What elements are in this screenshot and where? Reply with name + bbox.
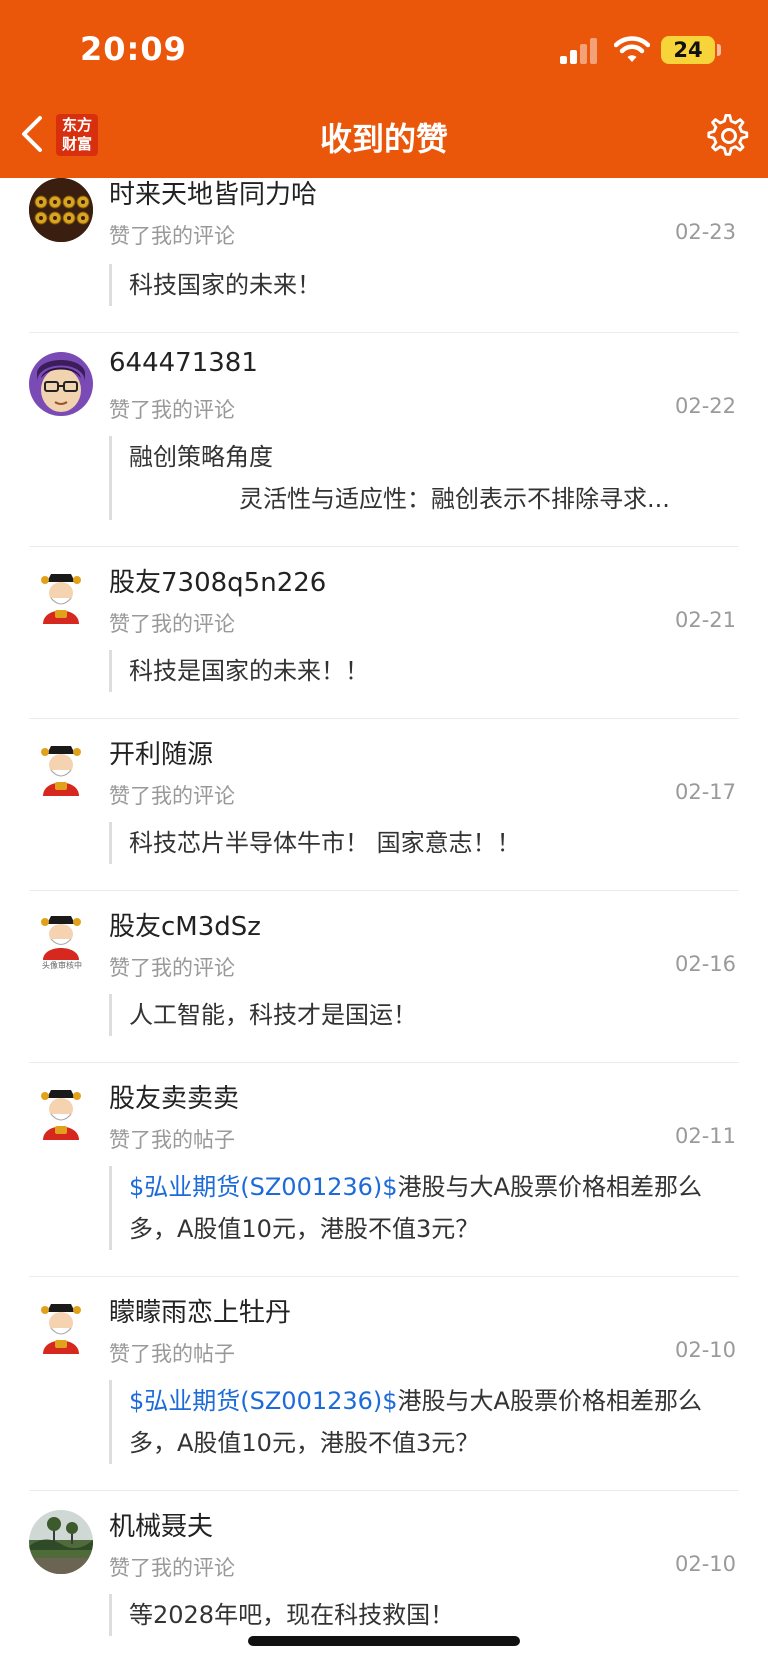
page-title: 收到的赞	[319, 120, 448, 158]
quoted-content[interactable]: $弘业期货(SZ001236)$港股与大A股票价格相差那么多，A股值10元，港股…	[109, 1380, 740, 1464]
list-item[interactable]: 644471381 赞了我的评论 02-22 融创策略角度 灵活性与适应性：融创…	[0, 340, 768, 547]
date: 02-10	[674, 1552, 736, 1576]
divider	[29, 1062, 739, 1063]
quoted-content[interactable]: 科技芯片半导体牛市！ 国家意志！！	[109, 822, 740, 864]
avatar[interactable]	[29, 1296, 93, 1360]
gear-icon[interactable]	[707, 114, 751, 158]
avatar[interactable]	[29, 352, 93, 416]
quoted-content[interactable]: 科技国家的未来！	[109, 264, 740, 306]
avatar[interactable]	[29, 178, 93, 242]
date: 02-11	[674, 1124, 736, 1148]
action-text: 赞了我的帖子	[109, 1128, 235, 1152]
user-name[interactable]: 644471381	[109, 348, 258, 378]
list-item[interactable]: 时来天地皆同力哈 赞了我的评论 02-23 科技国家的未来！	[0, 168, 768, 333]
avatar[interactable]	[29, 1082, 93, 1146]
fortune-god-avatar-image	[29, 1082, 93, 1146]
quoted-content[interactable]: $弘业期货(SZ001236)$港股与大A股票价格相差那么多，A股值10元，港股…	[109, 1166, 740, 1250]
user-name[interactable]: 股友7308q5n226	[109, 562, 326, 599]
user-name[interactable]: 股友卖卖卖	[109, 1078, 239, 1115]
date: 02-16	[674, 952, 736, 976]
action-text: 赞了我的评论	[109, 398, 235, 422]
stock-tag-link[interactable]: $弘业期货(SZ001236)$	[129, 1387, 398, 1415]
fortune-god-avatar-image	[29, 566, 93, 630]
top-bar: 20:09 24 东方 财富 收到的赞	[0, 0, 768, 178]
content-text: 融创策略角度	[129, 443, 273, 471]
status-time: 20:09	[80, 30, 187, 68]
user-name[interactable]: 股友cM3dSz	[109, 906, 261, 943]
quoted-content[interactable]: 融创策略角度 灵活性与适应性：融创表示不排除寻求...	[109, 436, 740, 520]
landscape-avatar-image	[29, 1510, 93, 1574]
user-name[interactable]: 时来天地皆同力哈	[109, 174, 317, 211]
fortune-god-avatar-image	[29, 738, 93, 802]
fortune-god-avatar-image	[29, 1296, 93, 1360]
battery-indicator: 24	[661, 36, 715, 64]
home-indicator[interactable]	[248, 1636, 520, 1646]
date: 02-10	[674, 1338, 736, 1362]
content-text: 人工智能，科技才是国运！	[129, 1001, 417, 1029]
action-text: 赞了我的评论	[109, 956, 235, 980]
divider	[29, 718, 739, 719]
date: 02-23	[674, 220, 736, 244]
content-text: 科技芯片半导体牛市！ 国家意志！！	[129, 829, 521, 857]
divider	[29, 332, 739, 333]
user-name[interactable]: 矇矇雨恋上牡丹	[109, 1292, 291, 1329]
divider	[29, 1276, 739, 1277]
avatar-caption: 头像审核中	[42, 961, 82, 970]
content-text: 等2028年吧，现在科技救国！	[129, 1601, 455, 1629]
wifi-icon	[614, 36, 650, 62]
battery-tip	[717, 44, 721, 56]
quoted-content[interactable]: 人工智能，科技才是国运！	[109, 994, 740, 1036]
divider	[29, 546, 739, 547]
action-text: 赞了我的评论	[109, 784, 235, 808]
avatar[interactable]	[29, 566, 93, 630]
content-text-line2: 灵活性与适应性：融创表示不排除寻求...	[239, 485, 670, 513]
avatar[interactable]	[29, 738, 93, 802]
action-text: 赞了我的评论	[109, 1556, 235, 1580]
content-text: 科技国家的未来！	[129, 271, 321, 299]
date: 02-22	[674, 394, 736, 418]
avatar[interactable]	[29, 1510, 93, 1574]
cartoon-face-avatar-image	[29, 352, 93, 416]
action-text: 赞了我的评论	[109, 224, 235, 248]
stock-tag-link[interactable]: $弘业期货(SZ001236)$	[129, 1173, 398, 1201]
divider	[29, 1490, 739, 1491]
action-text: 赞了我的评论	[109, 612, 235, 636]
user-name[interactable]: 机械聂夫	[109, 1506, 213, 1543]
divider	[29, 890, 739, 891]
date: 02-21	[674, 608, 736, 632]
date: 02-17	[674, 780, 736, 804]
content-text: 科技是国家的未来！！	[129, 657, 369, 685]
action-text: 赞了我的帖子	[109, 1342, 235, 1366]
cellular-signal-icon	[560, 38, 600, 64]
quoted-content[interactable]: 科技是国家的未来！！	[109, 650, 740, 692]
user-name[interactable]: 开利随源	[109, 734, 213, 771]
coins-avatar-image	[29, 178, 93, 242]
quoted-content[interactable]: 等2028年吧，现在科技救国！	[109, 1594, 740, 1636]
